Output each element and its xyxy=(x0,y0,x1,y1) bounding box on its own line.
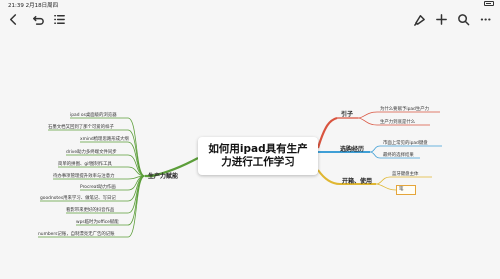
intro-child-1[interactable]: 为什么要赋予ipad生产力 xyxy=(380,107,429,113)
productivity-child-3[interactable]: xmind梳理思路形成大纲 xyxy=(80,137,129,143)
connector-intro xyxy=(316,116,338,149)
productivity-child-1[interactable]: ipad os桌面级的浏览器 xyxy=(70,113,117,119)
productivity-child-8[interactable]: goodnotes用来学习、做笔记、写日记 xyxy=(40,196,116,202)
productivity-child-10[interactable]: wps临时为office赋能 xyxy=(76,220,119,226)
connector-start-child-2 xyxy=(375,183,397,191)
central-topic-text: 如何用ipad具有生产力进行工作学习 xyxy=(208,143,308,168)
start-child-2-text: 笔 xyxy=(399,187,404,192)
productivity-child-9[interactable]: 看影带来更好的抖音作品 xyxy=(66,208,114,214)
selection-child-2[interactable]: 最终的选择结果 xyxy=(383,153,414,159)
branch-intro-title[interactable]: 引子 xyxy=(341,109,353,118)
start-child-2-selected[interactable]: 笔 xyxy=(396,185,416,195)
branch-selection-title[interactable]: 选购经历 xyxy=(340,144,364,153)
productivity-child-4[interactable]: drive助力多终端文件同步 xyxy=(66,150,117,156)
productivity-child-5[interactable]: 简单的拼图、gif图制作工具 xyxy=(58,162,112,168)
selection-child-1[interactable]: 市面上常见的ipad键盘 xyxy=(383,141,428,147)
intro-child-2[interactable]: 生产力到底是什么 xyxy=(380,120,415,126)
productivity-child-6[interactable]: 待办事项管理提升效率与注意力 xyxy=(53,174,114,180)
central-topic[interactable]: 如何用ipad具有生产力进行工作学习 xyxy=(198,137,318,175)
start-child-1[interactable]: 蓝牙键盘主体 xyxy=(392,172,418,178)
connector-start-child-1 xyxy=(375,176,432,185)
productivity-child-11[interactable]: numbers记账，自制漂亮无广告的记账 xyxy=(38,232,115,238)
productivity-child-7[interactable]: Procreat助力作画 xyxy=(80,185,116,191)
productivity-child-2[interactable]: 石墨文档又回到了那个可爱的样子 xyxy=(48,125,114,131)
branch-start-title[interactable]: 开箱、使用 xyxy=(342,176,372,185)
branch-productivity-title[interactable]: 生产力赋能 xyxy=(148,171,178,180)
